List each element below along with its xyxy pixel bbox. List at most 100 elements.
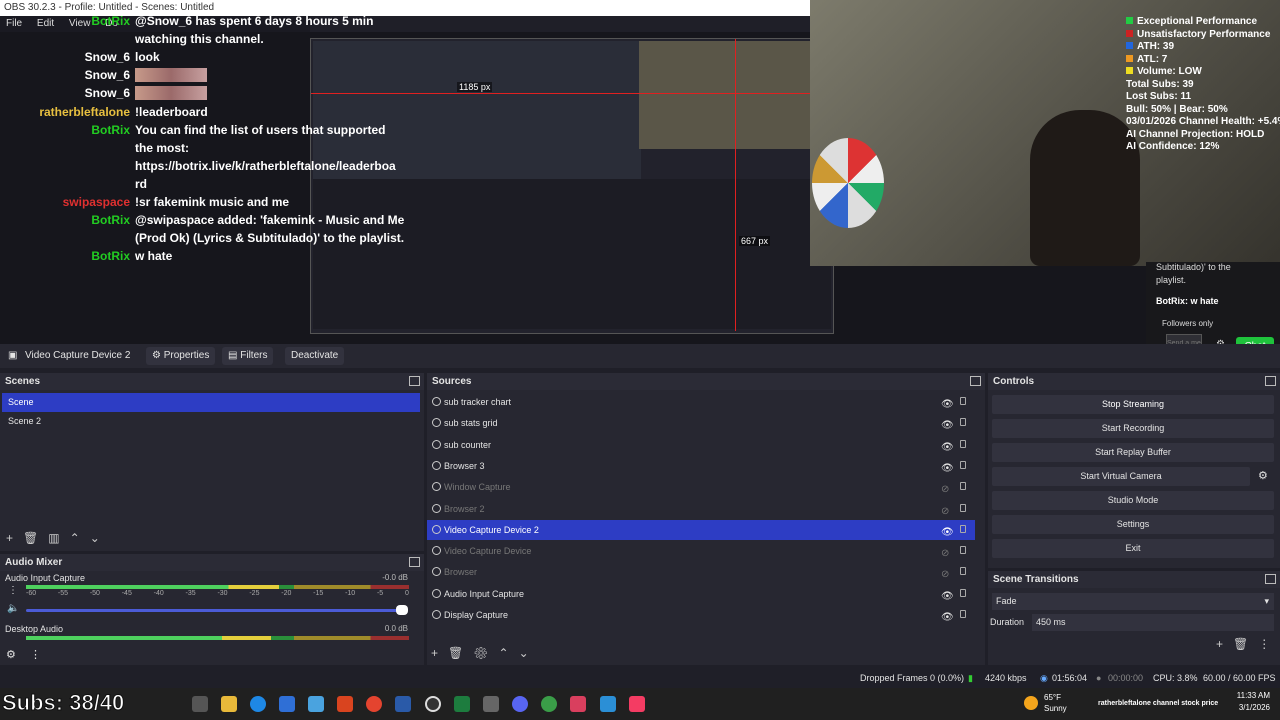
streamer — [1030, 110, 1140, 266]
eye-off-icon[interactable]: ⊘ — [941, 565, 949, 585]
fps: 60.00 / 60.00 FPS — [1203, 673, 1276, 683]
eye-icon[interactable]: 👁 — [941, 416, 954, 436]
trash-icon[interactable]: 🗑 — [448, 646, 463, 660]
duration-field[interactable]: 450 ms — [1032, 614, 1274, 631]
source-item[interactable]: Window Capture ⊘ — [427, 477, 975, 497]
tick-label: -55 — [57, 590, 69, 597]
scene-item-scene-2[interactable]: Scene 2 — [2, 412, 420, 431]
source-item[interactable]: Browser 3 👁 — [427, 456, 975, 476]
gear-icon[interactable]: ⚙ — [1258, 469, 1268, 482]
start-virtual-camera-button[interactable]: Start Virtual Camera — [992, 467, 1250, 486]
undock-icon[interactable] — [970, 376, 981, 386]
clock[interactable]: 11:33 AM 3/1/2026 — [1237, 690, 1270, 714]
add-icon[interactable]: + — [6, 531, 13, 545]
stat-line: ATH: 39 — [1126, 41, 1280, 54]
start-replay-buffer-button[interactable]: Start Replay Buffer — [992, 443, 1274, 462]
settings-button[interactable]: Settings — [992, 515, 1274, 534]
lock-icon[interactable] — [960, 397, 966, 405]
eye-icon[interactable]: 👁 — [941, 459, 954, 479]
undock-icon[interactable] — [1265, 376, 1276, 386]
transition-select[interactable]: Fade ▾ — [992, 593, 1274, 610]
filters-button[interactable]: ▤ Filters — [222, 347, 274, 365]
volume-slider-handle[interactable] — [396, 605, 408, 615]
meter-ticks: -60 -55 -50 -45 -40 -35 -30 -25 -20 -15 -10 -5 0 — [26, 590, 409, 597]
stat-text: Bull: 50% | Bear: 50% — [1126, 103, 1228, 115]
eye-off-icon[interactable]: ⊘ — [941, 480, 949, 500]
add-icon[interactable]: + — [431, 646, 438, 660]
more-icon[interactable]: ⋮ — [30, 648, 41, 661]
source-item[interactable]: Browser 2 ⊘ — [427, 499, 975, 519]
properties-button[interactable]: ⚙ Properties — [146, 347, 216, 365]
file-explorer-icon[interactable] — [221, 696, 237, 712]
source-item[interactable]: Browser ⊘ — [427, 562, 975, 582]
word-icon[interactable] — [395, 696, 411, 712]
task-view-icon[interactable] — [192, 696, 208, 712]
eye-off-icon[interactable]: ⊘ — [941, 502, 949, 522]
stock-ticker: ratherbleftalone channel stock price — [1098, 700, 1219, 707]
chat-text: the most: — [135, 141, 189, 155]
undock-icon[interactable] — [409, 557, 420, 567]
maps-icon[interactable] — [570, 696, 586, 712]
deactivate-button[interactable]: Deactivate — [285, 347, 345, 365]
speaker-icon[interactable]: 🔈 — [7, 603, 19, 614]
add-icon[interactable]: + — [1216, 637, 1223, 651]
trash-icon[interactable]: 🗑 — [1233, 637, 1248, 651]
source-item[interactable]: sub stats grid 👁 — [427, 413, 975, 433]
eye-icon[interactable]: 👁 — [941, 523, 954, 543]
lock-icon[interactable] — [960, 588, 966, 597]
eye-icon[interactable]: 👁 — [941, 587, 954, 607]
store-icon[interactable] — [279, 696, 295, 712]
lock-icon[interactable] — [960, 482, 966, 491]
lock-icon[interactable] — [960, 524, 966, 533]
chrome-icon[interactable] — [541, 696, 557, 712]
scene-item-scene[interactable]: Scene — [2, 393, 420, 412]
start-recording-button[interactable]: Start Recording — [992, 419, 1274, 438]
chrome-icon[interactable] — [366, 696, 382, 712]
source-item[interactable]: Video Capture Device ⊘ — [427, 541, 975, 561]
edge-icon[interactable] — [250, 696, 266, 712]
app-icon[interactable] — [600, 696, 616, 712]
eye-off-icon[interactable]: ⊘ — [941, 544, 949, 564]
source-item[interactable]: Video Capture Device 2 👁 — [427, 519, 975, 543]
more-icon[interactable]: ⋮ — [1258, 637, 1270, 651]
weather[interactable]: 65°F Sunny — [1044, 692, 1067, 714]
lock-icon[interactable] — [960, 439, 966, 448]
obs-icon[interactable] — [425, 696, 441, 712]
lock-icon[interactable] — [960, 610, 966, 618]
lock-icon[interactable] — [960, 546, 966, 555]
stop-streaming-button[interactable]: Stop Streaming — [992, 395, 1274, 414]
undock-icon[interactable] — [409, 376, 420, 386]
lock-icon[interactable] — [960, 503, 966, 512]
app-icon[interactable] — [337, 696, 353, 712]
eye-icon[interactable]: 👁 — [941, 608, 954, 628]
gear-icon[interactable]: ⚙ — [6, 648, 16, 661]
discord-icon[interactable] — [512, 696, 528, 712]
studio-mode-button[interactable]: Studio Mode — [992, 491, 1274, 510]
eye-icon[interactable]: 👁 — [941, 395, 954, 415]
gear-icon[interactable]: ⚙ — [473, 646, 488, 660]
eye-icon[interactable]: 👁 — [941, 438, 954, 458]
source-item[interactable]: sub counter 👁 — [427, 435, 975, 455]
source-item[interactable]: sub tracker chart 👁 — [427, 392, 975, 412]
app-icon[interactable] — [483, 696, 499, 712]
trash-icon[interactable]: 🗑 — [23, 531, 38, 545]
down-icon[interactable]: ⌄ — [90, 531, 100, 545]
up-icon[interactable]: ⌃ — [70, 531, 80, 545]
music-icon[interactable] — [629, 696, 645, 712]
lock-icon[interactable] — [960, 567, 966, 576]
source-item[interactable]: Display Capture 👁 — [427, 605, 975, 625]
filter-icon[interactable]: ▥ — [48, 531, 59, 545]
exit-button[interactable]: Exit — [992, 539, 1274, 558]
up-icon[interactable]: ⌃ — [499, 646, 509, 660]
lock-icon[interactable] — [960, 418, 966, 427]
more-icon[interactable]: ⋮ — [8, 585, 18, 596]
down-icon[interactable]: ⌄ — [519, 646, 529, 660]
lock-icon[interactable] — [960, 460, 966, 469]
xbox-icon[interactable] — [454, 696, 470, 712]
source-item[interactable]: Audio Input Capture 👁 — [427, 584, 975, 604]
app-icon[interactable] — [308, 696, 324, 712]
volume-slider[interactable] — [26, 609, 403, 612]
undock-icon[interactable] — [1265, 574, 1276, 584]
scenes-title: Scenes — [0, 373, 424, 390]
chat-username: BotRix — [91, 123, 130, 137]
